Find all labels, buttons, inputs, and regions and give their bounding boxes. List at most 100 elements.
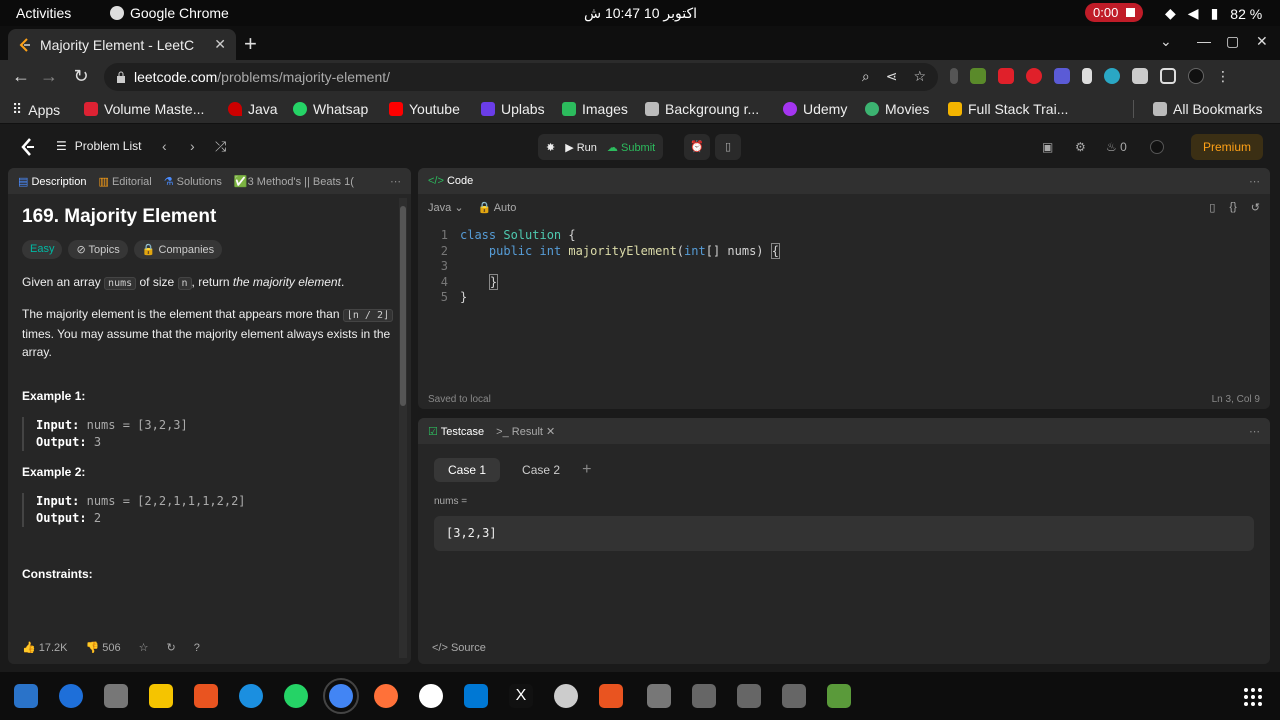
profile-avatar[interactable] [1188,68,1204,84]
tab-solutions[interactable]: ⚗ Solutions [164,175,222,188]
activities-button[interactable]: Activities [16,5,71,21]
bookmark-youtube[interactable]: Youtube [389,101,460,117]
terminal-app-icon[interactable] [599,684,623,708]
language-select[interactable]: Java ⌄ [428,201,464,214]
random-problem-icon[interactable]: ⤮ [215,138,226,155]
bookmark-volume-master[interactable]: Volume Maste... [84,101,204,117]
bookmark-images[interactable]: Images [562,101,628,117]
close-icon[interactable]: ✕ [546,426,555,438]
share-icon[interactable]: ↻ [167,641,176,654]
system-tray[interactable]: ◆ ◀ ▮ 82 % [1165,5,1262,22]
eyedropper-icon[interactable] [1082,68,1092,84]
submit-button[interactable]: ☁ Submit [607,141,655,154]
problem-list-button[interactable]: ☰ Problem List [56,139,141,153]
add-case-icon[interactable]: + [582,461,591,479]
disk-icon[interactable] [782,684,806,708]
whatsapp-app-icon[interactable] [284,684,308,708]
close-window-icon[interactable]: ✕ [1256,33,1268,50]
reload-icon[interactable]: ↻ [70,66,92,87]
minimize-icon[interactable]: — [1197,33,1211,49]
like-button[interactable]: 👍 17.2K [22,641,68,654]
topics-tag[interactable]: ⊘ Topics [68,240,128,259]
timer-icon[interactable]: ⏰ [684,134,710,160]
bookmark-udemy[interactable]: Udemy [783,101,847,117]
bookmark-movies[interactable]: Movies [865,101,929,117]
layout-icon[interactable]: ▣ [1042,140,1053,154]
extensions-puzzle-icon[interactable] [1132,68,1148,84]
tab-solution-post[interactable]: ✅3 Method's || Beats 1( [234,175,354,188]
bookmark-whatsapp[interactable]: Whatsap [293,101,368,117]
stack-extension-icon[interactable] [1054,68,1070,84]
site-info-icon[interactable] [116,71,126,83]
settings-icon[interactable]: ⚙ [1075,140,1086,154]
auto-mode-toggle[interactable]: 🔒 Auto [478,201,517,214]
screen-recording-indicator[interactable]: 0:00 [1085,3,1144,22]
case-1-tab[interactable]: Case 1 [434,458,501,482]
user-avatar[interactable] [1150,140,1164,154]
run-button[interactable]: ▶ Run [565,141,597,154]
tab-testcase[interactable]: ☑ Testcase [428,425,484,438]
tab-result[interactable]: >_ Result ✕ [496,425,555,438]
more-options-icon[interactable]: ⋯ [390,175,401,188]
zoom-search-icon[interactable]: ⌕ [862,68,870,85]
companies-tag[interactable]: 🔒 Companies [133,240,223,259]
usb-drive-icon[interactable] [647,684,671,708]
red-extension-icon[interactable] [1026,68,1042,84]
files-icon[interactable] [104,684,128,708]
notes-icon[interactable]: ▯ [715,134,741,160]
format-braces-icon[interactable]: {} [1229,201,1236,214]
show-apps-icon[interactable] [1244,688,1262,706]
tab-close-icon[interactable]: ✕ [214,36,226,53]
adblock-plus-icon[interactable] [998,68,1014,84]
docs-app-icon[interactable] [14,684,38,708]
forward-icon[interactable]: → [38,66,60,87]
prev-problem-icon[interactable]: ‹ [162,138,167,154]
disk-icon[interactable] [737,684,761,708]
vscode-icon[interactable] [464,684,488,708]
next-problem-icon[interactable]: › [190,138,195,154]
bookmark-icon[interactable]: ▯ [1209,201,1215,214]
bookmark-star-icon[interactable]: ☆ [913,68,926,85]
case-2-tab[interactable]: Case 2 [508,458,574,482]
dislike-button[interactable]: 👎 506 [86,641,121,654]
bookmark-uplabs[interactable]: Uplabs [481,101,545,117]
help-app-icon[interactable] [239,684,263,708]
leetcode-logo-icon[interactable] [20,138,36,156]
chrome-app-icon[interactable] [323,678,359,714]
favorite-star-icon[interactable]: ☆ [139,641,149,654]
thunderbird-icon[interactable] [59,684,83,708]
streak-counter[interactable]: ♨ 0 [1106,140,1127,154]
app-menu[interactable]: Google Chrome [110,5,229,21]
address-bar[interactable]: leetcode.com/problems/majority-element/ … [104,63,938,91]
extension-icon[interactable] [950,68,958,84]
disk-icon[interactable] [692,684,716,708]
bookmark-background-remover[interactable]: Backgroung r... [645,101,759,117]
tab-editorial[interactable]: ▥ Editorial [99,175,152,188]
reset-code-icon[interactable]: ↺ [1251,201,1260,214]
tab-code[interactable]: </> Code [428,175,473,187]
share-icon[interactable]: ⋖ [886,68,898,85]
tab-search-icon[interactable]: ⌄ [1160,33,1172,50]
rhythmbox-icon[interactable] [149,684,173,708]
bookmark-full-stack[interactable]: Full Stack Trai... [948,101,1068,117]
testcase-input[interactable]: [3,2,3] [434,516,1254,551]
scrollbar-thumb[interactable] [400,206,406,406]
description-scrollbar[interactable] [399,198,407,658]
bookmark-java[interactable]: Java [228,101,278,117]
settings-app-icon[interactable] [554,684,578,708]
all-bookmarks[interactable]: All Bookmarks [1153,101,1262,117]
chrome-menu-icon[interactable]: ⋮ [1216,68,1230,85]
x-twitter-icon[interactable]: X [509,684,533,708]
maximize-icon[interactable]: ▢ [1226,33,1239,50]
trash-icon[interactable] [827,684,851,708]
github-icon[interactable] [419,684,443,708]
code-editor[interactable]: 1 2 3 4 5 class Solution { public int ma… [418,228,1270,378]
tree-extension-icon[interactable] [970,68,986,84]
firefox-icon[interactable] [374,684,398,708]
source-button[interactable]: </> Source [432,642,486,654]
tab-leetcode[interactable]: Majority Element - LeetC ✕ [8,29,236,60]
more-options-icon[interactable]: ⋯ [1249,175,1260,188]
premium-button[interactable]: Premium [1191,134,1263,160]
back-icon[interactable]: ← [10,66,32,87]
more-options-icon[interactable]: ⋯ [1249,425,1260,438]
